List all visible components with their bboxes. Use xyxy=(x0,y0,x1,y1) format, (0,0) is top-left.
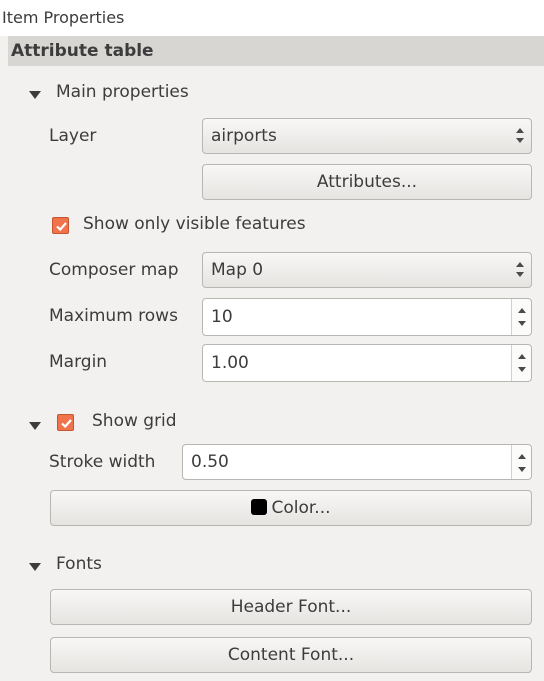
max-rows-label: Maximum rows xyxy=(49,306,178,326)
check-icon xyxy=(61,419,72,429)
header-font-button[interactable]: Header Font... xyxy=(50,589,532,625)
collapse-triangle-icon[interactable] xyxy=(29,422,41,430)
composer-map-value: Map 0 xyxy=(211,260,264,280)
collapse-triangle-icon[interactable] xyxy=(29,563,41,571)
item-properties-panel: Item Properties Attribute table Main pro… xyxy=(0,0,544,681)
stroke-width-spinbox[interactable]: 0.50 xyxy=(182,444,532,480)
max-rows-spinbox[interactable]: 10 xyxy=(202,298,532,336)
spinbox-arrows-icon[interactable] xyxy=(511,345,531,381)
layer-combobox[interactable]: airports xyxy=(202,118,532,154)
margin-label: Margin xyxy=(49,352,108,372)
stroke-width-label: Stroke width xyxy=(49,452,156,472)
show-grid-label[interactable]: Show grid xyxy=(92,411,177,431)
layer-label: Layer xyxy=(49,126,97,146)
max-rows-value: 10 xyxy=(211,307,233,327)
window-title: Item Properties xyxy=(0,0,544,36)
show-visible-checkbox[interactable] xyxy=(52,217,69,234)
margin-value: 1.00 xyxy=(211,353,249,373)
spinbox-arrows-icon[interactable] xyxy=(511,445,531,479)
color-button[interactable]: Color... xyxy=(50,490,532,526)
show-visible-label[interactable]: Show only visible features xyxy=(83,214,306,234)
margin-spinbox[interactable]: 1.00 xyxy=(202,344,532,382)
combobox-arrows-icon xyxy=(515,128,525,144)
layer-combobox-value: airports xyxy=(211,126,277,146)
content-font-button[interactable]: Content Font... xyxy=(50,637,532,673)
color-swatch-icon xyxy=(251,499,268,515)
content-font-button-label: Content Font... xyxy=(227,645,355,665)
composer-map-combobox[interactable]: Map 0 xyxy=(202,252,532,288)
attributes-button-label: Attributes... xyxy=(316,172,418,192)
check-icon xyxy=(56,222,67,232)
group-label-fonts[interactable]: Fonts xyxy=(56,554,102,574)
combobox-arrows-icon xyxy=(515,262,525,278)
composer-map-label: Composer map xyxy=(49,260,179,280)
color-button-label: Color... xyxy=(271,498,331,518)
group-label-main-properties[interactable]: Main properties xyxy=(56,82,189,102)
collapse-triangle-icon[interactable] xyxy=(29,91,41,99)
spinbox-arrows-icon[interactable] xyxy=(511,299,531,335)
stroke-width-value: 0.50 xyxy=(191,452,229,472)
section-header-attribute-table[interactable]: Attribute table xyxy=(8,36,544,66)
attributes-button[interactable]: Attributes... xyxy=(202,164,532,200)
header-font-button-label: Header Font... xyxy=(230,597,352,617)
show-grid-checkbox[interactable] xyxy=(57,414,74,431)
